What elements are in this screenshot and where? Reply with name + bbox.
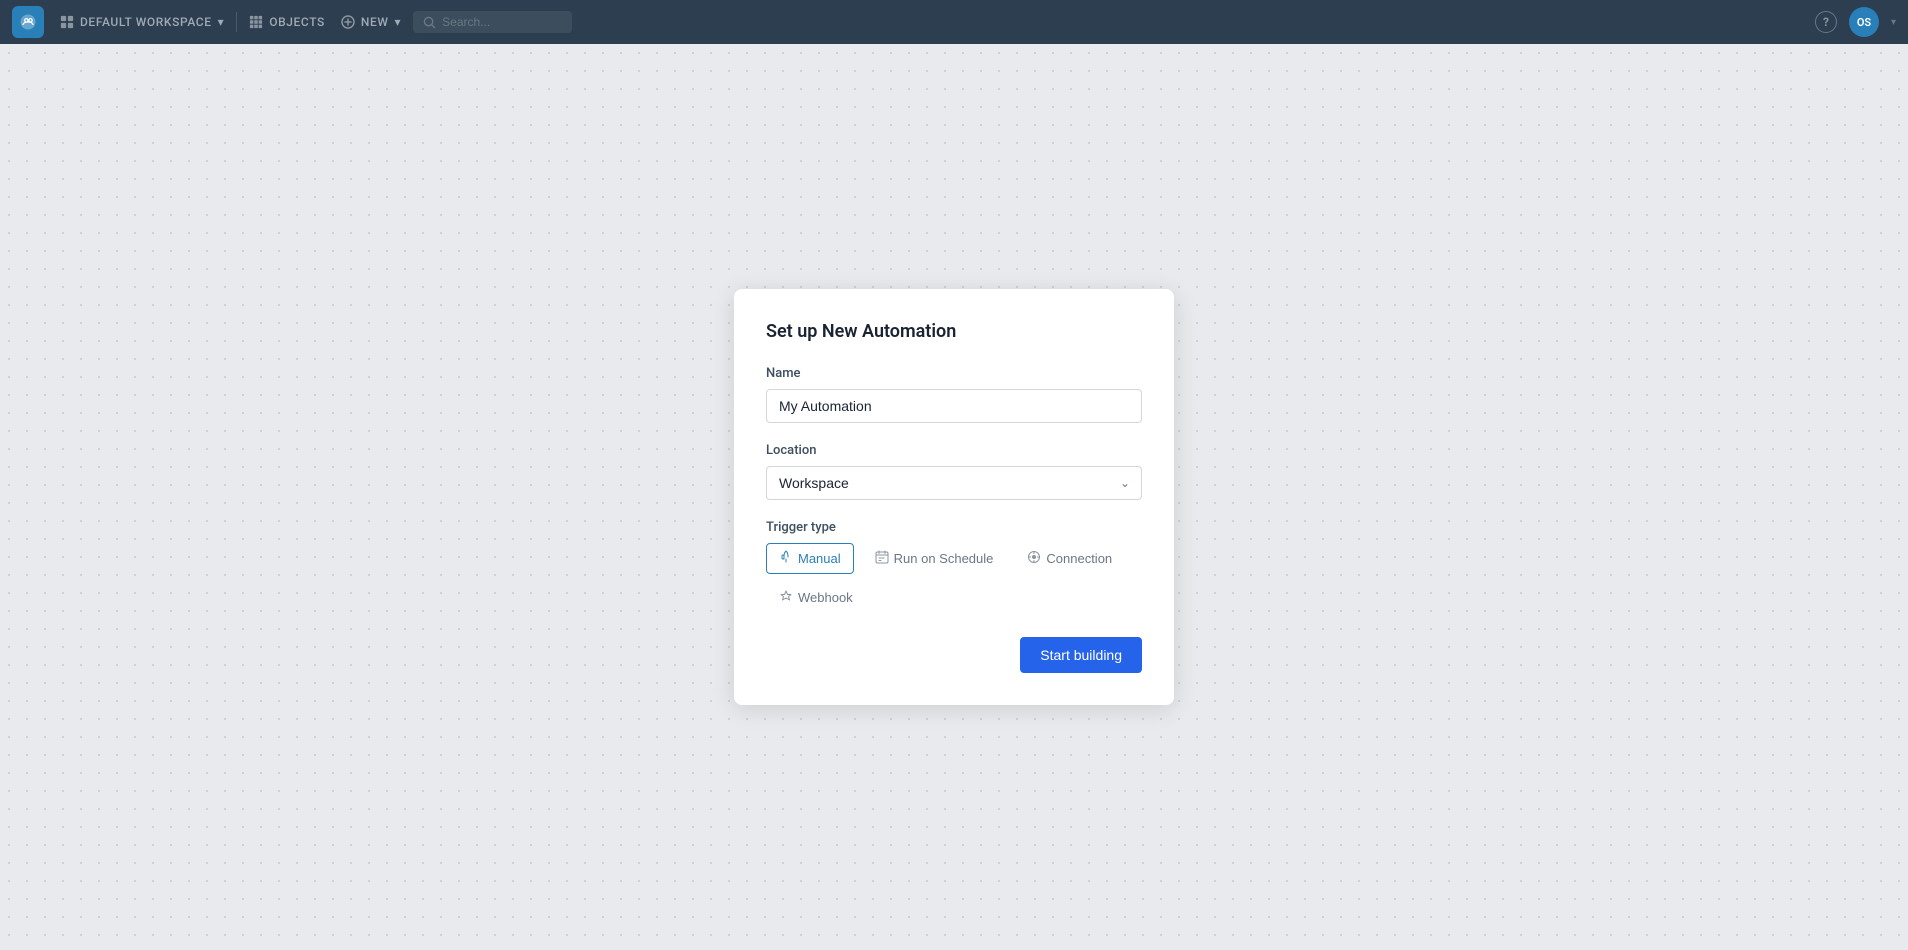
avatar[interactable]: OS bbox=[1849, 7, 1879, 37]
search-bar[interactable] bbox=[413, 11, 572, 33]
manual-icon bbox=[779, 550, 793, 567]
workspace-label: DEFAULT WORKSPACE bbox=[80, 15, 212, 29]
trigger-manual-button[interactable]: Manual bbox=[766, 543, 854, 574]
navbar-right: ? OS ▾ bbox=[1815, 7, 1896, 37]
trigger-connection-label: Connection bbox=[1046, 551, 1112, 566]
app-logo[interactable] bbox=[12, 6, 44, 38]
objects-menu[interactable]: OBJECTS bbox=[241, 11, 333, 33]
name-input[interactable] bbox=[766, 389, 1142, 423]
name-label: Name bbox=[766, 366, 1142, 381]
location-select-wrapper: Workspace ⌄ bbox=[766, 466, 1142, 500]
name-field-group: Name bbox=[766, 366, 1142, 423]
trigger-label: Trigger type bbox=[766, 520, 1142, 535]
help-button[interactable]: ? bbox=[1815, 11, 1837, 33]
search-input[interactable] bbox=[442, 15, 562, 29]
location-field-group: Location Workspace ⌄ bbox=[766, 443, 1142, 500]
start-building-button[interactable]: Start building bbox=[1020, 637, 1142, 673]
trigger-buttons: Manual Run on Schedule bbox=[766, 543, 1142, 613]
main-content: Set up New Automation Name Location Work… bbox=[0, 44, 1908, 950]
nav-divider-1 bbox=[236, 12, 237, 32]
trigger-schedule-button[interactable]: Run on Schedule bbox=[862, 543, 1007, 574]
new-label: NEW bbox=[361, 15, 389, 29]
objects-label: OBJECTS bbox=[269, 15, 325, 29]
workspace-menu[interactable]: DEFAULT WORKSPACE ▾ bbox=[52, 11, 232, 33]
trigger-manual-label: Manual bbox=[798, 551, 841, 566]
new-menu[interactable]: NEW ▾ bbox=[333, 11, 409, 33]
dialog-card: Set up New Automation Name Location Work… bbox=[734, 289, 1174, 705]
workspace-chevron-icon: ▾ bbox=[218, 15, 225, 29]
location-select[interactable]: Workspace bbox=[766, 466, 1142, 500]
trigger-webhook-button[interactable]: Webhook bbox=[766, 582, 866, 613]
location-label: Location bbox=[766, 443, 1142, 458]
schedule-icon bbox=[875, 550, 889, 567]
trigger-webhook-label: Webhook bbox=[798, 590, 853, 605]
dialog-title: Set up New Automation bbox=[766, 321, 1142, 342]
navbar: DEFAULT WORKSPACE ▾ OBJECTS NEW ▾ bbox=[0, 0, 1908, 44]
new-chevron-icon: ▾ bbox=[395, 15, 402, 29]
webhook-icon bbox=[779, 589, 793, 606]
connection-icon bbox=[1027, 550, 1041, 567]
trigger-connection-button[interactable]: Connection bbox=[1014, 543, 1125, 574]
dialog-footer: Start building bbox=[766, 637, 1142, 673]
trigger-type-group: Trigger type Manual bbox=[766, 520, 1142, 613]
trigger-schedule-label: Run on Schedule bbox=[894, 551, 994, 566]
search-icon bbox=[423, 16, 436, 29]
avatar-chevron-icon[interactable]: ▾ bbox=[1891, 17, 1896, 28]
